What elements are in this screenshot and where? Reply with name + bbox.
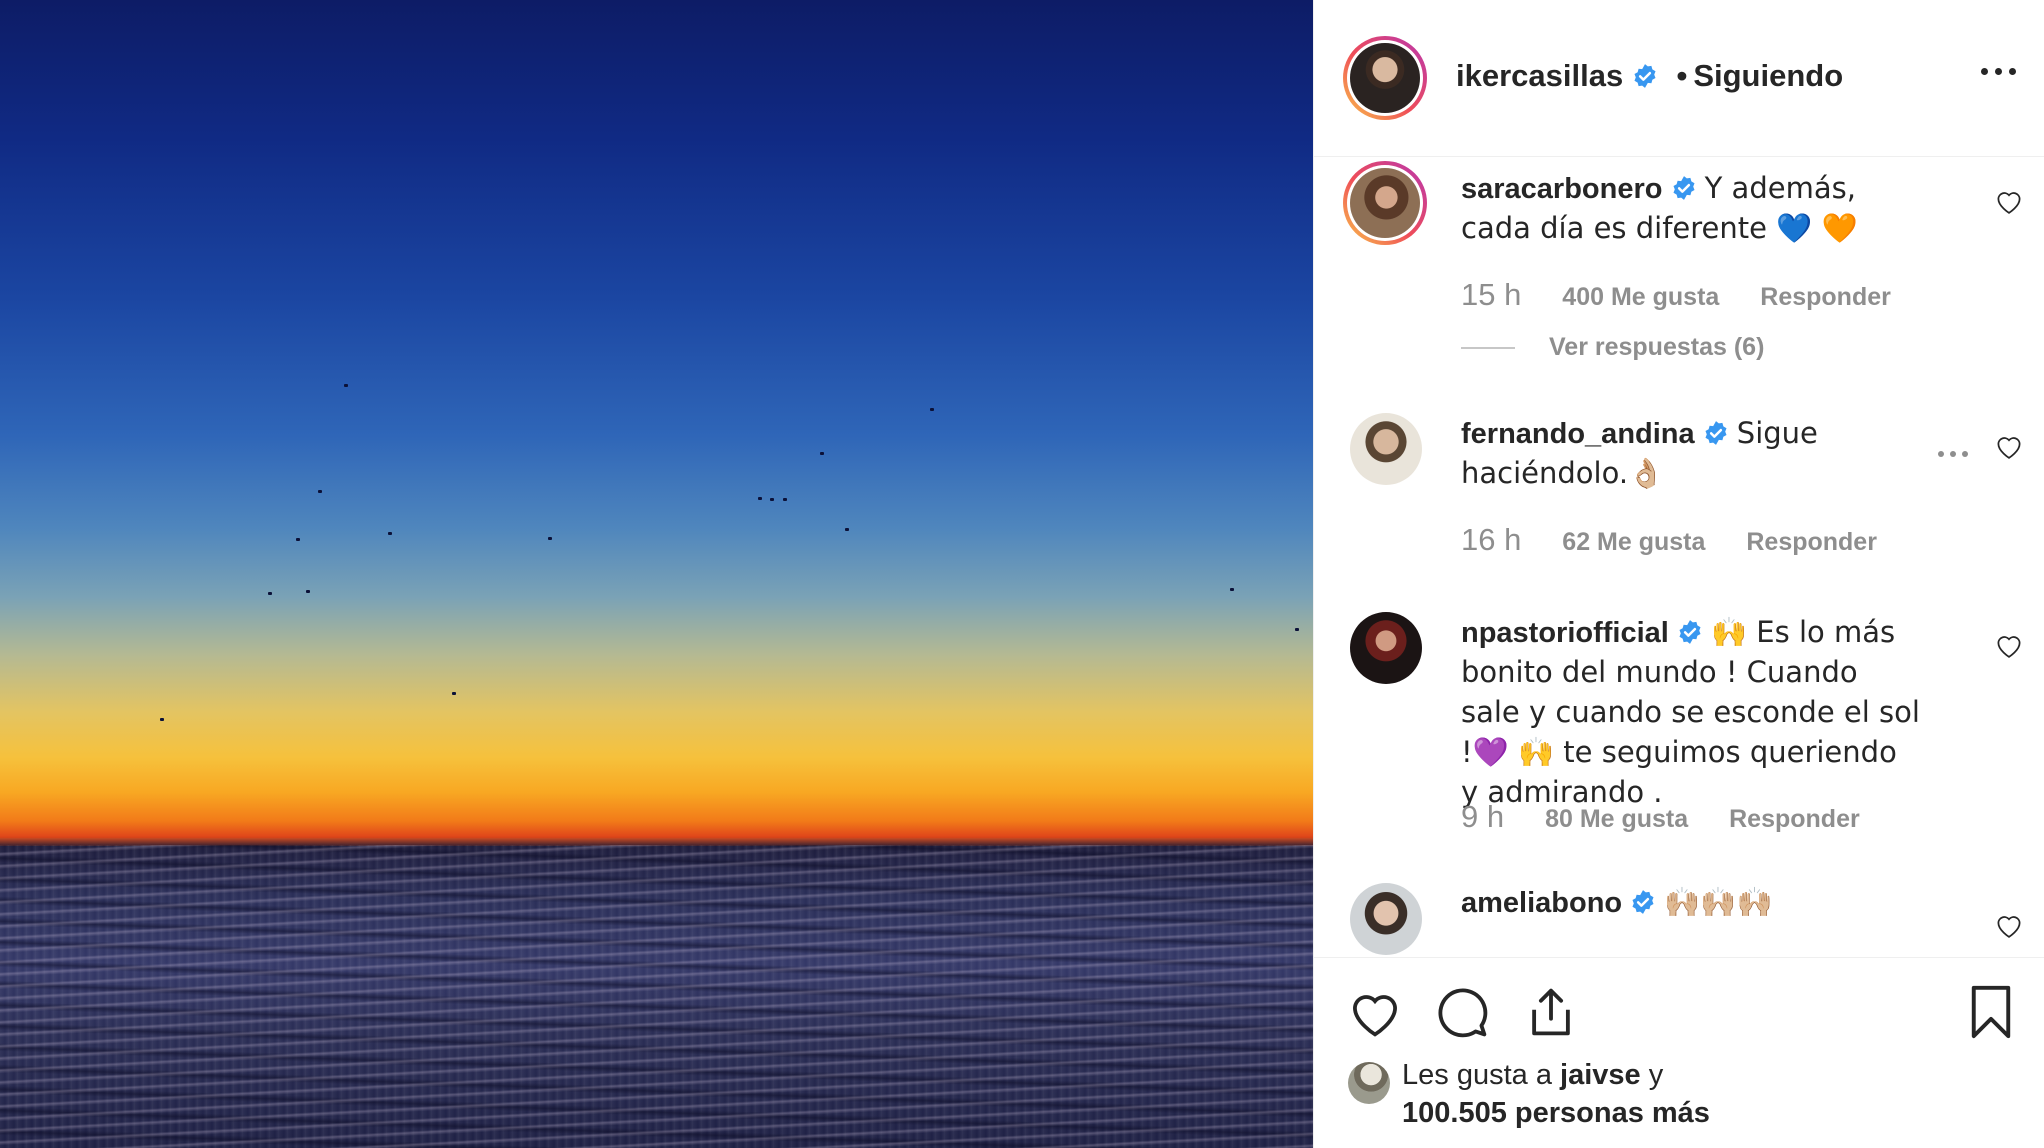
verified-badge-icon xyxy=(1679,620,1701,644)
bird xyxy=(1295,628,1299,631)
likes-count[interactable]: 100.505 personas más xyxy=(1402,1097,1710,1129)
comment-username[interactable]: npastoriofficial xyxy=(1461,617,1669,649)
verified-badge-icon xyxy=(1632,890,1654,914)
comment-body: saracarbonero Y además, cada día es dife… xyxy=(1461,169,1921,249)
reply-button[interactable]: Responder xyxy=(1729,805,1860,833)
reply-button[interactable]: Responder xyxy=(1746,528,1877,556)
comment-likes[interactable]: 62 Me gusta xyxy=(1562,528,1705,556)
bird xyxy=(845,528,849,531)
comment-likes[interactable]: 80 Me gusta xyxy=(1545,805,1688,833)
like-comment-heart-icon[interactable] xyxy=(1994,187,2024,215)
bird xyxy=(548,537,552,540)
comment-body: fernando_andina Sigue haciéndolo.👌🏼 xyxy=(1461,414,1921,494)
liker-username[interactable]: jaivse xyxy=(1560,1059,1641,1091)
commenter-avatar[interactable] xyxy=(1343,161,1427,245)
view-replies-button[interactable]: Ver respuestas (6) xyxy=(1461,333,1764,362)
reply-button[interactable]: Responder xyxy=(1760,283,1891,311)
bird xyxy=(783,498,787,501)
comment-meta: 9 h 80 Me gusta Responder xyxy=(1461,799,1894,835)
verified-badge-icon xyxy=(1705,421,1727,445)
verified-badge-icon xyxy=(1634,64,1656,88)
following-button[interactable]: Siguiendo xyxy=(1693,58,1843,93)
header-separator: • xyxy=(1676,58,1688,93)
comment-text: 🙌🏼🙌🏼🙌🏼 xyxy=(1664,885,1773,919)
author-username[interactable]: ikercasillas xyxy=(1456,58,1623,93)
bird xyxy=(344,384,348,387)
comment-username[interactable]: ameliabono xyxy=(1461,887,1622,919)
like-comment-heart-icon[interactable] xyxy=(1994,631,2024,659)
comment-body: ameliabono 🙌🏼🙌🏼🙌🏼 xyxy=(1461,883,1921,923)
post-actions: Les gusta a jaivse y 100.505 personas má… xyxy=(1314,957,2044,1148)
comment-options-icon[interactable] xyxy=(1938,448,1972,460)
comment-meta: 15 h 400 Me gusta Responder xyxy=(1461,277,1925,313)
comment-bubble-icon[interactable] xyxy=(1436,986,1490,1040)
liker-avatar[interactable] xyxy=(1348,1062,1390,1104)
comment-username[interactable]: saracarbonero xyxy=(1461,173,1663,205)
replies-rule xyxy=(1461,347,1515,350)
likes-summary: Les gusta a jaivse y 100.505 personas má… xyxy=(1402,1056,1962,1132)
save-bookmark-icon[interactable] xyxy=(1968,984,2014,1040)
bird xyxy=(820,452,824,455)
bird xyxy=(296,538,300,541)
commenter-avatar-image xyxy=(1350,168,1420,238)
post-header: ikercasillas • Siguiendo xyxy=(1314,0,2044,157)
bird xyxy=(318,490,322,493)
bird xyxy=(1230,588,1234,591)
bird xyxy=(930,408,934,411)
verified-badge-icon xyxy=(1673,176,1695,200)
commenter-avatar[interactable] xyxy=(1350,883,1422,955)
bird xyxy=(160,718,164,721)
likes-connector: y xyxy=(1648,1059,1664,1091)
author-avatar[interactable] xyxy=(1343,36,1427,120)
like-comment-heart-icon[interactable] xyxy=(1994,432,2024,460)
comment-time[interactable]: 9 h xyxy=(1461,799,1504,834)
view-replies-label: Ver respuestas (6) xyxy=(1549,333,1765,361)
bird xyxy=(306,590,310,593)
comment-likes[interactable]: 400 Me gusta xyxy=(1562,283,1719,311)
commenter-avatar[interactable] xyxy=(1350,612,1422,684)
comment-username[interactable]: fernando_andina xyxy=(1461,418,1695,450)
bird xyxy=(758,497,762,500)
comment-body: npastoriofficial 🙌 Es lo más bonito del … xyxy=(1461,613,1921,813)
author-line: ikercasillas • Siguiendo xyxy=(1456,58,1843,94)
commenter-avatar[interactable] xyxy=(1350,413,1422,485)
post-side-panel: ikercasillas • Siguiendo saracarbonero Y… xyxy=(1313,0,2044,1148)
bird xyxy=(268,592,272,595)
comments-list[interactable]: saracarbonero Y además, cada día es dife… xyxy=(1314,157,2044,957)
bird xyxy=(388,532,392,535)
bird xyxy=(452,692,456,695)
like-heart-icon[interactable] xyxy=(1346,986,1404,1038)
comment-meta: 16 h 62 Me gusta Responder xyxy=(1461,522,1911,558)
share-icon[interactable] xyxy=(1524,984,1578,1040)
author-avatar-image xyxy=(1350,43,1420,113)
bird xyxy=(770,498,774,501)
sea-water xyxy=(0,845,1313,1148)
more-options-icon[interactable] xyxy=(1981,64,2017,78)
comment-time[interactable]: 16 h xyxy=(1461,522,1521,557)
post-photo[interactable] xyxy=(0,0,1313,1148)
comment-time[interactable]: 15 h xyxy=(1461,277,1521,312)
likes-prefix: Les gusta a xyxy=(1402,1059,1552,1091)
like-comment-heart-icon[interactable] xyxy=(1994,911,2024,939)
